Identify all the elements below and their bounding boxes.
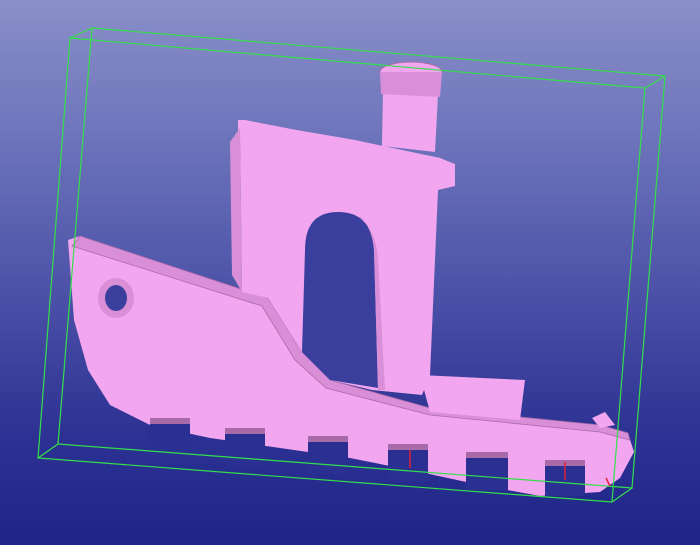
bbox-edge <box>611 487 633 503</box>
keel-notch-shadow <box>388 444 428 450</box>
keel-notch-shadow <box>150 418 190 424</box>
porthole <box>98 278 134 318</box>
keel-notch-shadow <box>225 428 265 434</box>
bbox-edge <box>644 75 666 89</box>
keel-notch-shadow <box>308 436 348 442</box>
boat-model-icon[interactable] <box>0 0 700 545</box>
bbox-edge <box>37 443 59 459</box>
keel-notch-shadow <box>466 452 508 458</box>
3d-viewport[interactable] <box>0 0 700 545</box>
boat-chimney <box>379 61 443 152</box>
bbox-edge <box>69 27 93 39</box>
